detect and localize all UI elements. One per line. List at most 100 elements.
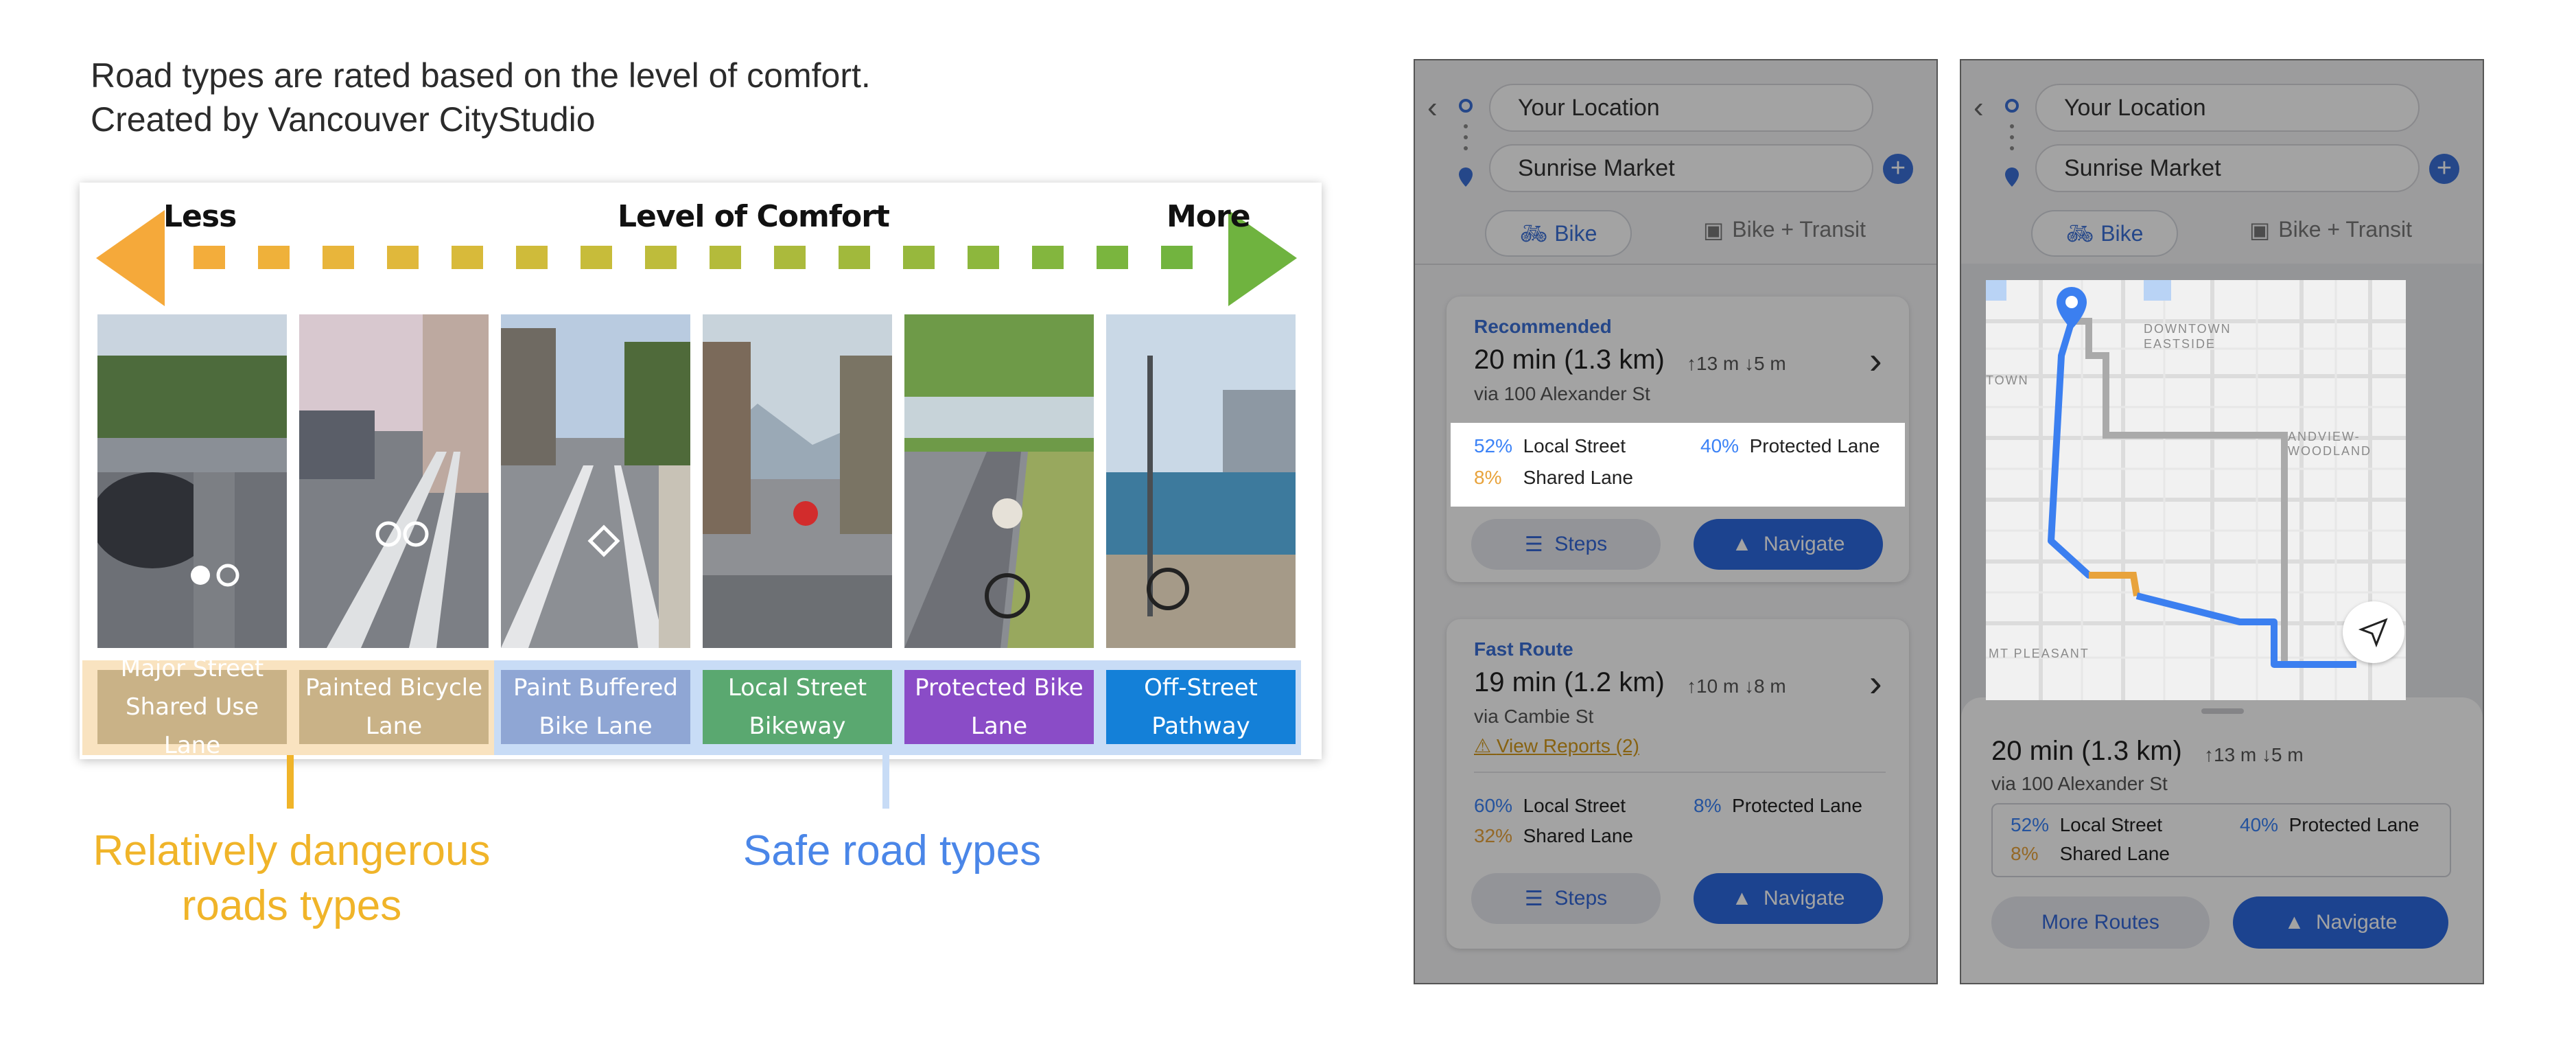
chevron-right-icon[interactable]: › — [1869, 660, 1882, 705]
route-via: via 100 Alexander St — [1474, 383, 1650, 404]
back-icon[interactable]: ‹ — [1427, 91, 1438, 125]
origin-field[interactable]: Your Location — [1489, 84, 1873, 132]
category-line: Bike Lane — [539, 713, 653, 740]
stat-pct: 8% — [1694, 795, 1722, 816]
tab-bike-label: Bike — [2100, 220, 2144, 246]
scale-dash — [194, 246, 225, 269]
category-line: Shared Use Lane — [125, 693, 259, 759]
view-reports-link[interactable]: ⚠ View Reports (2) — [1474, 734, 1639, 757]
destination-field[interactable]: Sunrise Market — [1489, 144, 1873, 192]
category-line: Paint Buffered — [513, 674, 678, 702]
divider — [1474, 772, 1886, 773]
tab-bike-transit[interactable]: ▣ Bike + Transit — [1703, 217, 1866, 243]
navigate-button[interactable]: ▲ Navigate — [1694, 519, 1883, 570]
add-stop-icon[interactable]: + — [2429, 154, 2459, 184]
list-icon: ☰ — [1524, 533, 1555, 556]
photo-major-street — [97, 314, 287, 648]
stat-pct: 40% — [2240, 814, 2279, 835]
warning-icon: ⚠ — [1474, 735, 1497, 756]
map-label-text: DOWNTOWN — [2144, 322, 2232, 336]
stat-label: Shared Lane — [1523, 825, 1633, 846]
chevron-right-icon[interactable]: › — [1869, 338, 1882, 382]
recenter-button[interactable] — [2343, 601, 2404, 663]
category-line: Lane — [970, 713, 1028, 740]
category-line: Off-Street — [1144, 674, 1258, 702]
origin-field[interactable]: Your Location — [2035, 84, 2420, 132]
elev-up: ↑10 m — [1687, 675, 1740, 697]
elev-down: ↓5 m — [2262, 744, 2304, 765]
stat-label: Protected Lane — [1732, 795, 1862, 816]
scale-dash — [968, 246, 999, 269]
category-line: Local Street — [727, 674, 867, 702]
back-icon[interactable]: ‹ — [1974, 91, 1984, 125]
route-card-fast[interactable]: Fast Route 19 min (1.2 km) ↑10 m ↓8 m vi… — [1447, 619, 1909, 949]
steps-label: Steps — [1554, 887, 1608, 910]
more-routes-button[interactable]: More Routes — [1991, 896, 2210, 949]
map-label-text: EASTSIDE — [2144, 337, 2216, 351]
navigate-arrow-icon: ▲ — [2284, 911, 2316, 934]
category-painted-lane: Painted Bicycle Lane — [299, 670, 489, 744]
add-stop-icon[interactable]: + — [1883, 154, 1913, 184]
scale-dash — [516, 246, 548, 269]
stat-label: Local Street — [1523, 795, 1626, 816]
dangerous-label-line-2: roads types — [181, 882, 402, 929]
scale-dash — [258, 246, 290, 269]
stat-label: Shared Lane — [2059, 843, 2170, 864]
sheet-handle[interactable] — [2201, 708, 2244, 714]
route-elevation: ↑13 m ↓5 m — [2204, 744, 2304, 766]
tab-bike-transit[interactable]: ▣ Bike + Transit — [2249, 217, 2412, 243]
dangerous-label: Relatively dangerous roads types — [69, 824, 515, 934]
destination-field[interactable]: Sunrise Market — [2035, 144, 2420, 192]
stat-pct: 52% — [2011, 814, 2050, 835]
route-time: 19 min (1.2 km) — [1474, 667, 1665, 697]
scale-dash — [1161, 246, 1193, 269]
steps-button[interactable]: ☰ Steps — [1471, 519, 1661, 570]
list-icon: ☰ — [1524, 887, 1555, 910]
stat-pct: 40% — [1700, 435, 1740, 456]
description-line-1: Road types are rated based on the level … — [91, 56, 871, 95]
navigate-label: Navigate — [1763, 887, 1845, 910]
less-arrow-icon — [96, 210, 165, 306]
tab-bike-transit-label: Bike + Transit — [2278, 217, 2412, 242]
more-label: More — [1167, 199, 1251, 234]
bottom-sheet: 20 min (1.3 km) ↑13 m ↓5 m via 100 Alexa… — [1961, 697, 2483, 983]
origin-text: Your Location — [2064, 94, 2206, 121]
scale-dash — [387, 246, 419, 269]
divider — [1415, 264, 1936, 265]
less-label: Less — [163, 199, 237, 234]
elev-up: ↑13 m — [2204, 744, 2257, 765]
origin-text: Your Location — [1518, 94, 1660, 121]
elev-down: ↓8 m — [1744, 675, 1786, 697]
scale-dash — [839, 246, 870, 269]
scale-dash — [710, 246, 741, 269]
location-arrow-icon — [2358, 618, 2388, 647]
description-line-2: Created by Vancouver CityStudio — [91, 100, 596, 139]
bike-icon: 🚲︎ — [2065, 221, 2094, 246]
stat-pct: 52% — [1474, 435, 1513, 456]
steps-button[interactable]: ☰ Steps — [1471, 873, 1661, 924]
tab-bike[interactable]: 🚲︎ Bike — [2031, 210, 2178, 257]
category-protected-lane: Protected Bike Lane — [904, 670, 1094, 744]
stat-pct: 8% — [1474, 467, 1502, 488]
route-map[interactable]: DOWNTOWN EASTSIDE ANDVIEW-WOODLAND TOWN M… — [1986, 280, 2406, 700]
route-via: via Cambie St — [1474, 706, 1594, 727]
category-local-street: Local Street Bikeway — [703, 670, 892, 744]
tab-bike[interactable]: 🚲︎ Bike — [1485, 210, 1632, 257]
route-tag: Fast Route — [1474, 638, 1573, 660]
stat-pct: 32% — [1474, 825, 1513, 846]
route-pins-icon — [2005, 99, 2019, 187]
navigate-button[interactable]: ▲ Navigate — [2233, 896, 2448, 949]
navigate-label: Navigate — [1763, 533, 1845, 555]
category-line: Lane — [365, 713, 423, 740]
safe-connector — [882, 755, 889, 809]
stat-label: Shared Lane — [1523, 467, 1633, 488]
route-elevation: ↑13 m ↓5 m — [1687, 353, 1786, 375]
category-major-street: Major Street Shared Use Lane — [97, 655, 287, 759]
stat-pct: 8% — [2011, 843, 2039, 864]
route-pins-icon — [1459, 99, 1473, 187]
photo-local-street — [703, 314, 892, 648]
stat-pct: 60% — [1474, 795, 1513, 816]
navigate-button[interactable]: ▲ Navigate — [1694, 873, 1883, 924]
category-line: Bikeway — [749, 713, 846, 740]
category-line: Major Street — [120, 655, 264, 682]
